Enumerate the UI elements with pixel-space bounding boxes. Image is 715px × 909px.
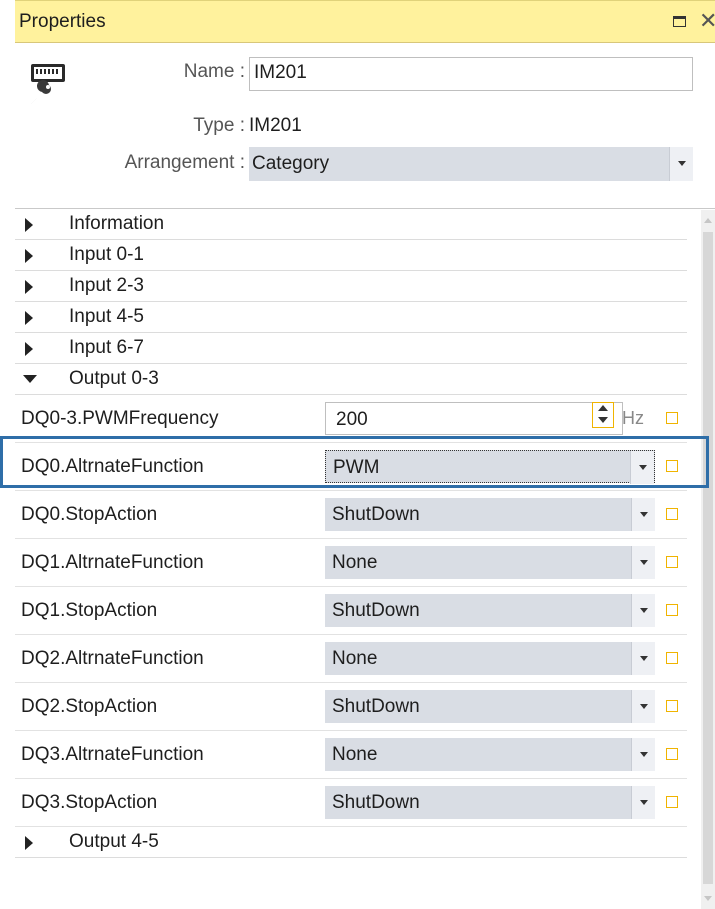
panel-title-bar: Properties ✕ (15, 0, 715, 43)
property-name: DQ0.AltrnateFunction (21, 456, 204, 477)
checkbox[interactable] (666, 796, 678, 808)
chevron-down-icon[interactable] (631, 546, 655, 579)
category-input-0-1[interactable]: Input 0-1 (15, 240, 687, 271)
property-row: DQ3.AltrnateFunction None (15, 731, 687, 779)
vertical-scrollbar[interactable] (701, 210, 715, 909)
type-label: Type : (193, 115, 245, 136)
expand-arrow-icon[interactable] (25, 218, 33, 232)
property-value: ShutDown (332, 696, 420, 717)
checkbox[interactable] (666, 412, 678, 424)
arrangement-select[interactable]: Category (249, 147, 693, 181)
checkbox[interactable] (666, 460, 678, 472)
name-field[interactable]: IM201 (249, 57, 693, 91)
properties-header: Name : IM201 Type : IM201 Arrangement : … (15, 44, 715, 196)
property-select[interactable]: ShutDown (325, 690, 655, 723)
category-label: Information (69, 213, 165, 234)
property-row: DQ0.AltrnateFunction PWM (15, 443, 687, 491)
property-value: 200 (336, 409, 368, 430)
property-value: None (332, 648, 378, 669)
category-label: Output 4-5 (69, 831, 159, 852)
category-input-4-5[interactable]: Input 4-5 (15, 302, 687, 333)
category-label: Input 6-7 (69, 337, 144, 358)
expand-arrow-icon[interactable] (25, 249, 33, 263)
property-name: DQ2.StopAction (21, 696, 158, 717)
chevron-down-icon[interactable] (631, 786, 655, 819)
expand-arrow-icon[interactable] (25, 311, 33, 325)
property-name: DQ2.AltrnateFunction (21, 648, 204, 669)
expand-arrow-icon[interactable] (25, 342, 33, 356)
property-select[interactable]: None (325, 642, 655, 675)
module-wrench-icon (31, 64, 65, 104)
category-input-6-7[interactable]: Input 6-7 (15, 333, 687, 364)
property-name: DQ1.StopAction (21, 600, 158, 621)
property-name: DQ0-3.PWMFrequency (21, 408, 219, 429)
panel-title: Properties (19, 11, 106, 32)
checkbox[interactable] (666, 604, 678, 616)
property-name: DQ3.StopAction (21, 792, 158, 813)
chevron-down-icon[interactable] (669, 147, 693, 181)
category-label: Input 4-5 (69, 306, 144, 327)
property-name: DQ3.AltrnateFunction (21, 744, 204, 765)
property-value: ShutDown (332, 504, 420, 525)
category-input-2-3[interactable]: Input 2-3 (15, 271, 687, 302)
property-row: DQ3.StopAction ShutDown (15, 779, 687, 827)
arrangement-value: Category (252, 153, 330, 174)
property-value: None (332, 552, 378, 573)
checkbox[interactable] (666, 508, 678, 520)
property-row: DQ0.StopAction ShutDown (15, 491, 687, 539)
arrangement-label: Arrangement : (124, 152, 245, 173)
property-select[interactable]: ShutDown (325, 594, 655, 627)
checkbox[interactable] (666, 652, 678, 664)
chevron-down-icon[interactable] (631, 738, 655, 771)
scroll-thumb[interactable] (703, 232, 713, 884)
expand-arrow-icon[interactable] (25, 836, 33, 850)
properties-panel: Properties ✕ Name : IM201 Type : IM201 A… (15, 0, 715, 909)
property-value: None (332, 744, 378, 765)
expand-arrow-icon[interactable] (25, 280, 33, 294)
property-select[interactable]: ShutDown (325, 786, 655, 819)
name-label: Name : (183, 61, 245, 82)
category-output-4-5[interactable]: Output 4-5 (15, 827, 687, 858)
category-label: Output 0-3 (69, 368, 159, 389)
category-output-0-3[interactable]: Output 0-3 (15, 364, 687, 395)
pwm-frequency-input[interactable]: 200 (325, 402, 623, 435)
category-label: Input 2-3 (69, 275, 144, 296)
property-select[interactable]: None (325, 546, 655, 579)
type-value: IM201 (249, 115, 302, 136)
property-row: DQ1.AltrnateFunction None (15, 539, 687, 587)
property-select[interactable]: PWM (325, 450, 655, 484)
maximize-icon[interactable] (673, 16, 686, 27)
spinner-icon[interactable] (592, 402, 614, 428)
chevron-down-icon[interactable] (631, 642, 655, 675)
category-label: Input 0-1 (69, 244, 144, 265)
property-row: DQ2.AltrnateFunction None (15, 635, 687, 683)
scroll-down-icon[interactable] (704, 896, 712, 901)
chevron-down-icon[interactable] (631, 594, 655, 627)
property-select[interactable]: ShutDown (325, 498, 655, 531)
checkbox[interactable] (666, 556, 678, 568)
checkbox[interactable] (666, 700, 678, 712)
checkbox[interactable] (666, 748, 678, 760)
property-name: DQ1.AltrnateFunction (21, 552, 204, 573)
chevron-down-icon[interactable] (631, 498, 655, 531)
category-information[interactable]: Information (15, 209, 687, 240)
property-row: DQ2.StopAction ShutDown (15, 683, 687, 731)
chevron-down-icon[interactable] (631, 690, 655, 723)
collapse-arrow-icon[interactable] (23, 375, 37, 383)
property-grid: Information Input 0-1 Input 2-3 Input 4-… (15, 209, 687, 858)
property-value: PWM (333, 457, 380, 478)
scroll-up-icon[interactable] (704, 218, 712, 223)
property-row: DQ1.StopAction ShutDown (15, 587, 687, 635)
property-select[interactable]: None (325, 738, 655, 771)
property-value: ShutDown (332, 792, 420, 813)
unit-label: Hz (622, 408, 644, 428)
chevron-down-icon[interactable] (630, 451, 654, 484)
close-icon[interactable]: ✕ (699, 8, 715, 34)
property-value: ShutDown (332, 600, 420, 621)
property-name: DQ0.StopAction (21, 504, 158, 525)
property-row: DQ0-3.PWMFrequency 200 Hz (15, 395, 687, 443)
